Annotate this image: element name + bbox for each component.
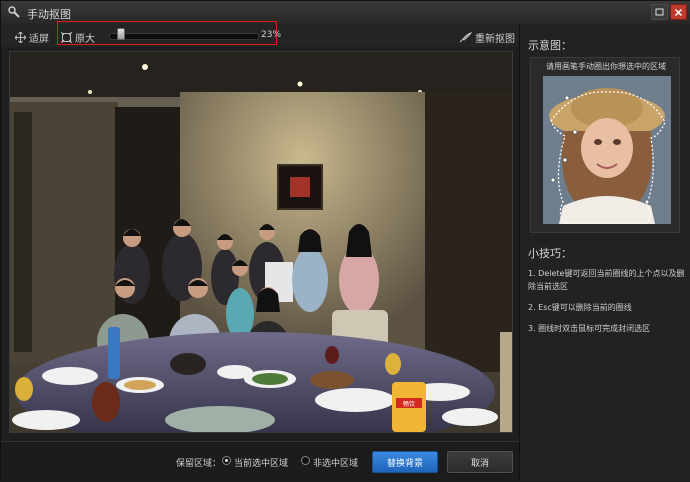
zoom-slider-thumb[interactable] — [117, 28, 125, 40]
actual-size-label: 原大 — [75, 34, 95, 45]
cancel-button[interactable]: 取消 — [447, 451, 513, 473]
replace-background-button[interactable]: 替换背景 — [372, 451, 438, 473]
keep-area-label: 保留区域： — [176, 459, 222, 469]
tip-item: 2. Esc键可以删除当前的圈线 — [528, 303, 632, 312]
window-title: 手动抠图 — [27, 8, 71, 21]
actual-size-button[interactable]: 原大 — [61, 30, 95, 45]
redraw-icon — [459, 32, 472, 43]
preview-tip: 请用画笔手动圈出你想选中的区域 — [546, 62, 666, 71]
tips-list: 1. Delete键可返回当前圈线的上个点以及删除当前选区 2. Esc键可以删… — [528, 267, 688, 343]
redraw-button[interactable]: 重新抠图 — [459, 30, 515, 45]
close-button[interactable] — [670, 4, 687, 20]
zoom-value: 23% — [261, 30, 282, 40]
family-dinner-photo: 畅饮 — [10, 52, 512, 432]
tips-heading: 小技巧： — [528, 247, 572, 260]
bottom-bar: 保留区域： 当前选中区域 非选中区域 替换背景 取消 — [1, 441, 519, 482]
fit-screen-icon — [15, 32, 26, 43]
brush-icon — [8, 6, 20, 18]
keep-unselected-label[interactable]: 非选中区域 — [313, 456, 358, 469]
fit-screen-label: 适屏 — [29, 34, 49, 45]
minimize-icon — [655, 8, 664, 15]
fit-screen-button[interactable]: 适屏 — [15, 30, 49, 45]
keep-unselected-radio[interactable] — [301, 456, 310, 465]
package-label: 畅饮 — [403, 400, 415, 408]
zoom-slider-track[interactable] — [109, 33, 259, 40]
keep-selected-radio[interactable] — [222, 456, 231, 465]
keep-selected-label[interactable]: 当前选中区域 — [234, 456, 288, 469]
tip-item: 3. 圈线时双击鼠标可完成封闭选区 — [528, 324, 651, 333]
preview-heading: 示意图： — [528, 39, 572, 52]
minimize-button[interactable] — [651, 4, 668, 20]
close-icon — [674, 8, 683, 16]
manual-cutout-window: 手动抠图 适屏 重新抠图 原大 23% 畅饮 示意图： 请用画笔手动圈出你想选中… — [0, 0, 690, 482]
redraw-label: 重新抠图 — [475, 34, 515, 45]
preview-example-image — [543, 76, 671, 224]
side-panel: 示意图： 请用画笔手动圈出你想选中的区域 小技巧： 1. Delete键可返回当… — [519, 25, 690, 481]
actual-size-icon — [61, 32, 72, 43]
photo-canvas[interactable]: 畅饮 — [9, 51, 513, 433]
tip-item: 1. Delete键可返回当前圈线的上个点以及删除当前选区 — [528, 269, 685, 291]
preview-box: 请用画笔手动圈出你想选中的区域 — [530, 57, 680, 233]
